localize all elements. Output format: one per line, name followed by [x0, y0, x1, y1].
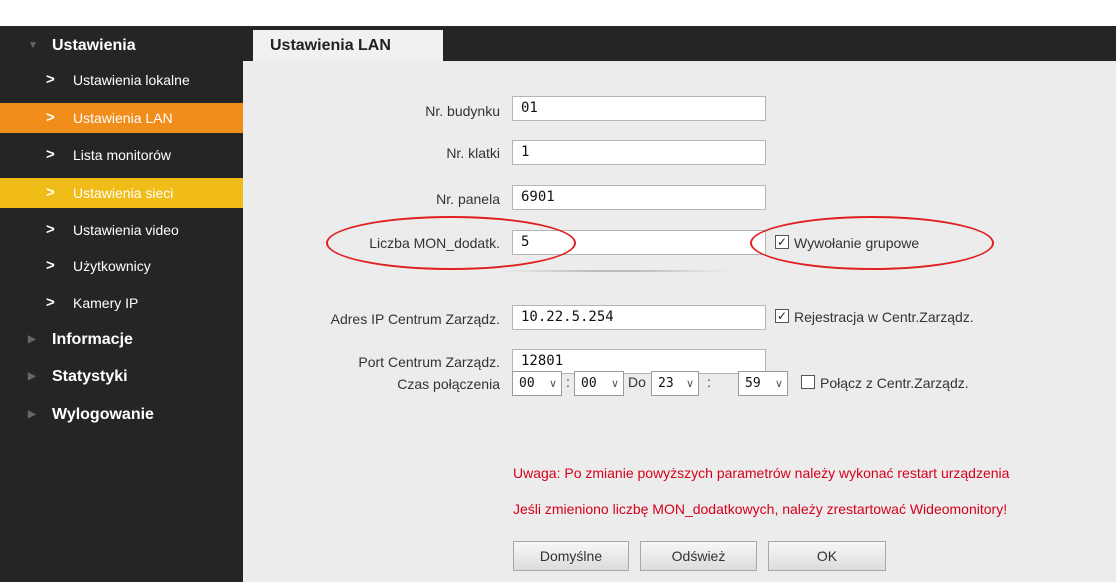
chevron-down-icon: ∨ [774, 377, 783, 390]
warning-restart-monitors: Jeśli zmieniono liczbę MON_dodatkowych, … [513, 501, 1008, 517]
default-button[interactable]: Domyślne [513, 541, 629, 571]
tab-bar: Ustawienia LAN [243, 26, 1116, 61]
extra-monitors-label: Liczba MON_dodatk. [369, 235, 500, 251]
sidebar-item-local-settings[interactable]: > Ustawienia lokalne [0, 65, 243, 95]
group-call-label: Wywołanie grupowe [794, 235, 920, 251]
sidebar-section-logout[interactable]: ▶ Wylogowanie [0, 400, 243, 430]
triangle-right-icon: ▶ [28, 371, 36, 382]
to-hour-select[interactable]: 23 ∨ [651, 371, 699, 396]
sidebar-item-lan-settings[interactable]: > Ustawienia LAN [0, 103, 243, 133]
stairwell-number-input[interactable]: 1 [512, 140, 766, 165]
sidebar-item-label: Użytkownicy [73, 258, 151, 274]
mgmt-ip-label: Adres IP Centrum Zarządz. [330, 311, 500, 327]
sidebar-item-video-settings[interactable]: > Ustawienia video [0, 215, 243, 245]
extra-monitors-input[interactable]: 5 [512, 230, 766, 255]
chevron-right-icon: > [46, 109, 55, 126]
connect-mgmt-checkbox[interactable]: Połącz z Centr.Zarządz. [801, 373, 1021, 393]
mgmt-port-label: Port Centrum Zarządz. [358, 354, 500, 370]
sidebar-item-ip-cameras[interactable]: > Kamery IP [0, 288, 243, 318]
checkbox-checked-icon: ✓ [775, 235, 789, 249]
sidebar-item-label: Lista monitorów [73, 147, 172, 163]
chevron-right-icon: > [46, 146, 55, 163]
chevron-down-icon: ∨ [610, 377, 619, 390]
triangle-right-icon: ▶ [28, 409, 36, 420]
sidebar: ▼ Ustawienia > Ustawienia lokalne > Usta… [0, 26, 243, 582]
from-minute-select[interactable]: 00 ∨ [574, 371, 624, 396]
sidebar-item-label: Kamery IP [73, 295, 139, 311]
sidebar-item-label: Ustawienia lokalne [73, 72, 190, 88]
connect-mgmt-label: Połącz z Centr.Zarządz. [820, 375, 969, 391]
select-value: 00 [519, 376, 535, 391]
checkbox-checked-icon: ✓ [775, 309, 789, 323]
top-bar [0, 0, 1116, 26]
section-label: Informacje [52, 331, 133, 348]
building-number-label: Nr. budynku [425, 103, 500, 119]
chevron-right-icon: > [46, 184, 55, 201]
panel-number-input[interactable]: 6901 [512, 185, 766, 210]
app-window: ▼ Ustawienia > Ustawienia lokalne > Usta… [0, 0, 1116, 582]
chevron-right-icon: > [46, 71, 55, 88]
chevron-right-icon: > [46, 257, 55, 274]
to-label: Do [628, 374, 646, 390]
sidebar-item-users[interactable]: > Użytkownicy [0, 251, 243, 281]
select-value: 00 [581, 376, 597, 391]
time-separator: : [707, 374, 711, 390]
divider [500, 270, 730, 272]
panel-number-label: Nr. panela [436, 191, 500, 207]
select-value: 23 [658, 376, 674, 391]
sidebar-item-monitor-list[interactable]: > Lista monitorów [0, 140, 243, 170]
sidebar-item-label: Ustawienia video [73, 222, 179, 238]
building-number-input[interactable]: 01 [512, 96, 766, 121]
sidebar-item-network-settings[interactable]: > Ustawienia sieci [0, 178, 243, 208]
checkbox-unchecked-icon [801, 375, 815, 389]
chevron-down-icon: ∨ [548, 377, 557, 390]
sidebar-item-label: Ustawienia sieci [73, 185, 174, 201]
chevron-down-icon: ∨ [685, 377, 694, 390]
sidebar-section-statistics[interactable]: ▶ Statystyki [0, 362, 243, 392]
triangle-down-icon: ▼ [28, 40, 38, 51]
select-value: 59 [745, 376, 761, 391]
warning-restart-device: Uwaga: Po zmianie powyższych parametrów … [513, 465, 1010, 481]
registration-checkbox[interactable]: ✓ Rejestracja w Centr.Zarządz. [775, 307, 1055, 327]
ok-button[interactable]: OK [768, 541, 886, 571]
to-minute-select[interactable]: 59 ∨ [738, 371, 788, 396]
section-label: Ustawienia [52, 37, 136, 54]
section-label: Wylogowanie [52, 406, 154, 423]
chevron-right-icon: > [46, 221, 55, 238]
chevron-right-icon: > [46, 294, 55, 311]
tab-lan-settings[interactable]: Ustawienia LAN [253, 30, 443, 61]
time-separator: : [566, 374, 570, 390]
refresh-button[interactable]: Odśwież [640, 541, 757, 571]
sidebar-section-settings[interactable]: ▼ Ustawienia [0, 31, 243, 61]
group-call-checkbox[interactable]: ✓ Wywołanie grupowe [775, 233, 975, 253]
registration-label: Rejestracja w Centr.Zarządz. [794, 309, 974, 325]
from-hour-select[interactable]: 00 ∨ [512, 371, 562, 396]
section-label: Statystyki [52, 368, 128, 385]
stairwell-number-label: Nr. klatki [446, 145, 500, 161]
sidebar-section-information[interactable]: ▶ Informacje [0, 325, 243, 355]
sidebar-item-label: Ustawienia LAN [73, 110, 173, 126]
connection-time-label: Czas połączenia [397, 376, 500, 392]
triangle-right-icon: ▶ [28, 334, 36, 345]
mgmt-ip-input[interactable]: 10.22.5.254 [512, 305, 766, 330]
